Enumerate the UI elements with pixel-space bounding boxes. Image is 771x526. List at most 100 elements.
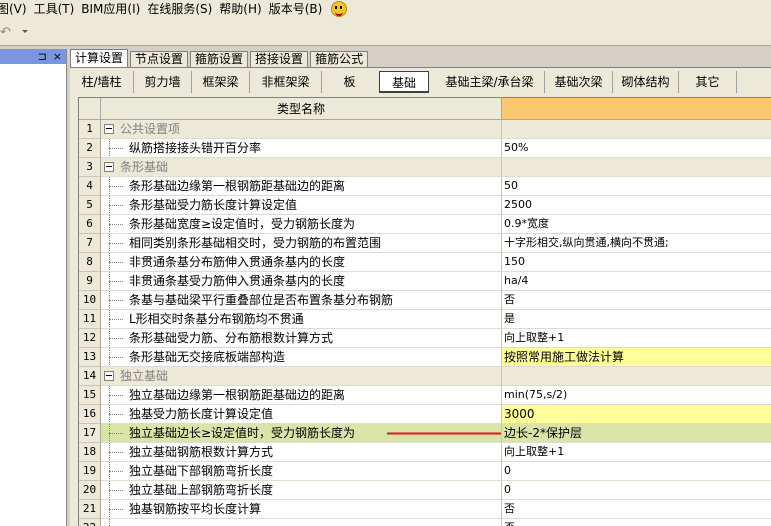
collapse-icon[interactable] bbox=[104, 371, 114, 381]
setting-value-cell[interactable]: 2500 bbox=[502, 196, 771, 215]
row-number[interactable]: 14 bbox=[79, 367, 101, 386]
table-row[interactable]: 12 条形基础受力筋、分布筋根数计算方式 向上取整+1 bbox=[79, 329, 771, 348]
table-row[interactable]: 10 条基与基础梁平行重叠部位是否布置条基分布钢筋 否 bbox=[79, 291, 771, 310]
setting-value-cell[interactable]: 十字形相交,纵向贯通,横向不贯通; bbox=[502, 234, 771, 253]
setting-value-cell[interactable] bbox=[502, 367, 771, 386]
undo-icon[interactable]: ↶ bbox=[0, 25, 11, 40]
setting-name-cell[interactable]: 相同类别条形基础相交时，受力钢筋的布置范围 bbox=[101, 234, 502, 253]
tab-foundation[interactable]: 基础 bbox=[379, 71, 429, 93]
setting-name-cell[interactable]: 独立基础钢筋根数计算方式 bbox=[101, 443, 502, 462]
setting-value-cell[interactable]: 向上取整+1 bbox=[502, 329, 771, 348]
setting-value-cell[interactable] bbox=[502, 120, 771, 139]
setting-name-cell[interactable]: 独基受力筋长度计算设定值 bbox=[101, 405, 502, 424]
menu-online-service[interactable]: 在线服务(S) bbox=[147, 1, 219, 17]
tab-shear-wall[interactable]: 剪力墙 bbox=[134, 71, 192, 93]
column-header-type-name[interactable]: 类型名称 bbox=[101, 98, 502, 120]
row-number[interactable]: 20 bbox=[79, 481, 101, 500]
tab-other[interactable]: 其它 bbox=[679, 71, 737, 93]
setting-name-cell[interactable]: L形相交时条基分布钢筋均不贯通 bbox=[101, 310, 502, 329]
setting-value-cell[interactable]: 50 bbox=[502, 177, 771, 196]
menu-view[interactable]: 图(V) bbox=[0, 1, 34, 17]
setting-value-cell[interactable]: 否 bbox=[502, 291, 771, 310]
menu-bim[interactable]: BIM应用(I) bbox=[81, 1, 147, 17]
setting-name-cell[interactable]: 条形基础受力筋、分布筋根数计算方式 bbox=[101, 329, 502, 348]
setting-name-cell[interactable]: 纵筋搭接接头错开百分率 bbox=[101, 139, 502, 158]
setting-name-cell[interactable]: 条形基础边缘第一根钢筋距基础边的距离 bbox=[101, 177, 502, 196]
table-row[interactable]: 9 非贯通条基受力筋伸入贯通条基内的长度 ha/4 bbox=[79, 272, 771, 291]
table-row[interactable]: 17 独立基础边长≥设定值时，受力钢筋长度为 边长-2*保护层 bbox=[79, 424, 771, 443]
setting-name-cell[interactable]: 独立基础边长≥设定值时，受力钢筋长度为 bbox=[101, 424, 502, 443]
tab-slab[interactable]: 板 bbox=[322, 71, 377, 93]
row-number[interactable]: 13 bbox=[79, 348, 101, 367]
tab-foundation-secondary-beam[interactable]: 基础次梁 bbox=[545, 71, 613, 93]
tab-calc-settings[interactable]: 计算设置 bbox=[70, 49, 129, 67]
setting-value-cell[interactable]: 按照常用施工做法计算 bbox=[502, 348, 771, 367]
setting-name-cell[interactable]: 条形基础宽度≥设定值时，受力钢筋长度为 bbox=[101, 215, 502, 234]
setting-value-cell[interactable]: 150 bbox=[502, 253, 771, 272]
row-number[interactable]: 8 bbox=[79, 253, 101, 272]
table-row[interactable]: 8 非贯通条基分布筋伸入贯通条基内的长度 150 bbox=[79, 253, 771, 272]
row-number[interactable]: 22 bbox=[79, 519, 101, 526]
table-row[interactable]: 2 纵筋搭接接头错开百分率 50% bbox=[79, 139, 771, 158]
table-row[interactable]: 11 L形相交时条基分布钢筋均不贯通 是 bbox=[79, 310, 771, 329]
tab-lap-settings[interactable]: 搭接设置 bbox=[250, 51, 309, 67]
setting-name-cell[interactable]: 条形基础受力筋长度计算设定值 bbox=[101, 196, 502, 215]
row-number[interactable]: 7 bbox=[79, 234, 101, 253]
row-number[interactable]: 9 bbox=[79, 272, 101, 291]
row-number[interactable]: 12 bbox=[79, 329, 101, 348]
setting-name-cell[interactable]: 独立基础上部钢筋弯折长度 bbox=[101, 481, 502, 500]
tab-frame-beam[interactable]: 框架梁 bbox=[192, 71, 250, 93]
setting-value-cell[interactable] bbox=[502, 158, 771, 177]
tab-masonry[interactable]: 砌体结构 bbox=[613, 71, 679, 93]
collapse-icon[interactable] bbox=[104, 162, 114, 172]
tab-node-settings[interactable]: 节点设置 bbox=[130, 51, 189, 67]
table-row[interactable]: 13 条形基础无交接底板端部构造 按照常用施工做法计算 bbox=[79, 348, 771, 367]
group-row[interactable]: 14 独立基础 bbox=[79, 367, 771, 386]
setting-value-cell[interactable]: 向上取整+1 bbox=[502, 443, 771, 462]
setting-value-cell[interactable]: 50% bbox=[502, 139, 771, 158]
row-number[interactable]: 16 bbox=[79, 405, 101, 424]
close-icon[interactable]: × bbox=[53, 50, 62, 63]
menu-version[interactable]: 版本号(B) bbox=[269, 1, 330, 17]
setting-name-cell[interactable]: 独基钢筋按平均长度计算 bbox=[101, 500, 502, 519]
setting-name-cell[interactable]: 条基与基础梁平行重叠部位是否布置条基分布钢筋 bbox=[101, 291, 502, 310]
table-row[interactable]: 16 独基受力筋长度计算设定值 3000 bbox=[79, 405, 771, 424]
tab-stirrup-formula[interactable]: 箍筋公式 bbox=[310, 51, 369, 67]
table-row[interactable]: 20 独立基础上部钢筋弯折长度 0 bbox=[79, 481, 771, 500]
table-row[interactable]: 4 条形基础边缘第一根钢筋距基础边的距离 50 bbox=[79, 177, 771, 196]
setting-value-cell[interactable]: ha/4 bbox=[502, 272, 771, 291]
row-number[interactable]: 11 bbox=[79, 310, 101, 329]
row-number[interactable]: 2 bbox=[79, 139, 101, 158]
chevron-down-icon[interactable] bbox=[22, 30, 28, 33]
tab-stirrup-settings[interactable]: 箍筋设置 bbox=[190, 51, 249, 67]
setting-value-cell[interactable]: 0.9*宽度 bbox=[502, 215, 771, 234]
setting-name-cell[interactable]: 条形基础 bbox=[101, 158, 502, 177]
setting-value-cell[interactable]: 是 bbox=[502, 310, 771, 329]
tab-non-frame-beam[interactable]: 非框架梁 bbox=[250, 71, 322, 93]
collapse-icon[interactable] bbox=[104, 124, 114, 134]
setting-name-cell[interactable]: 非贯通条基分布筋伸入贯通条基内的长度 bbox=[101, 253, 502, 272]
smiley-icon[interactable] bbox=[331, 1, 348, 17]
table-row[interactable]: 21 独基钢筋按平均长度计算 否 bbox=[79, 500, 771, 519]
setting-name-cell[interactable]: 公共设置项 bbox=[101, 120, 502, 139]
menu-tools[interactable]: 工具(T) bbox=[34, 1, 82, 17]
group-row[interactable]: 3 条形基础 bbox=[79, 158, 771, 177]
pin-icon[interactable]: ⊐ bbox=[38, 50, 47, 63]
group-row[interactable]: 1 公共设置项 bbox=[79, 120, 771, 139]
setting-value-cell[interactable]: min(75,s/2) bbox=[502, 386, 771, 405]
row-number[interactable]: 15 bbox=[79, 386, 101, 405]
table-row[interactable]: 7 相同类别条形基础相交时，受力钢筋的布置范围 十字形相交,纵向贯通,横向不贯通; bbox=[79, 234, 771, 253]
setting-name-cell[interactable]: 独立基础 bbox=[101, 367, 502, 386]
setting-name-cell[interactable]: 独立基础下部钢筋弯折长度 bbox=[101, 462, 502, 481]
row-number[interactable]: 17 bbox=[79, 424, 101, 443]
table-row[interactable]: 18 独立基础钢筋根数计算方式 向上取整+1 bbox=[79, 443, 771, 462]
table-row[interactable]: 6 条形基础宽度≥设定值时，受力钢筋长度为 0.9*宽度 bbox=[79, 215, 771, 234]
table-row[interactable]: 5 条形基础受力筋长度计算设定值 2500 bbox=[79, 196, 771, 215]
menu-help[interactable]: 帮助(H) bbox=[219, 1, 268, 17]
table-row[interactable]: 19 独立基础下部钢筋弯折长度 0 bbox=[79, 462, 771, 481]
setting-name-cell[interactable]: 条形基础无交接底板端部构造 bbox=[101, 348, 502, 367]
row-number[interactable]: 3 bbox=[79, 158, 101, 177]
setting-value-cell[interactable]: 否 bbox=[502, 519, 771, 526]
row-number[interactable]: 10 bbox=[79, 291, 101, 310]
tab-column[interactable]: 柱/墙柱 bbox=[70, 71, 134, 93]
